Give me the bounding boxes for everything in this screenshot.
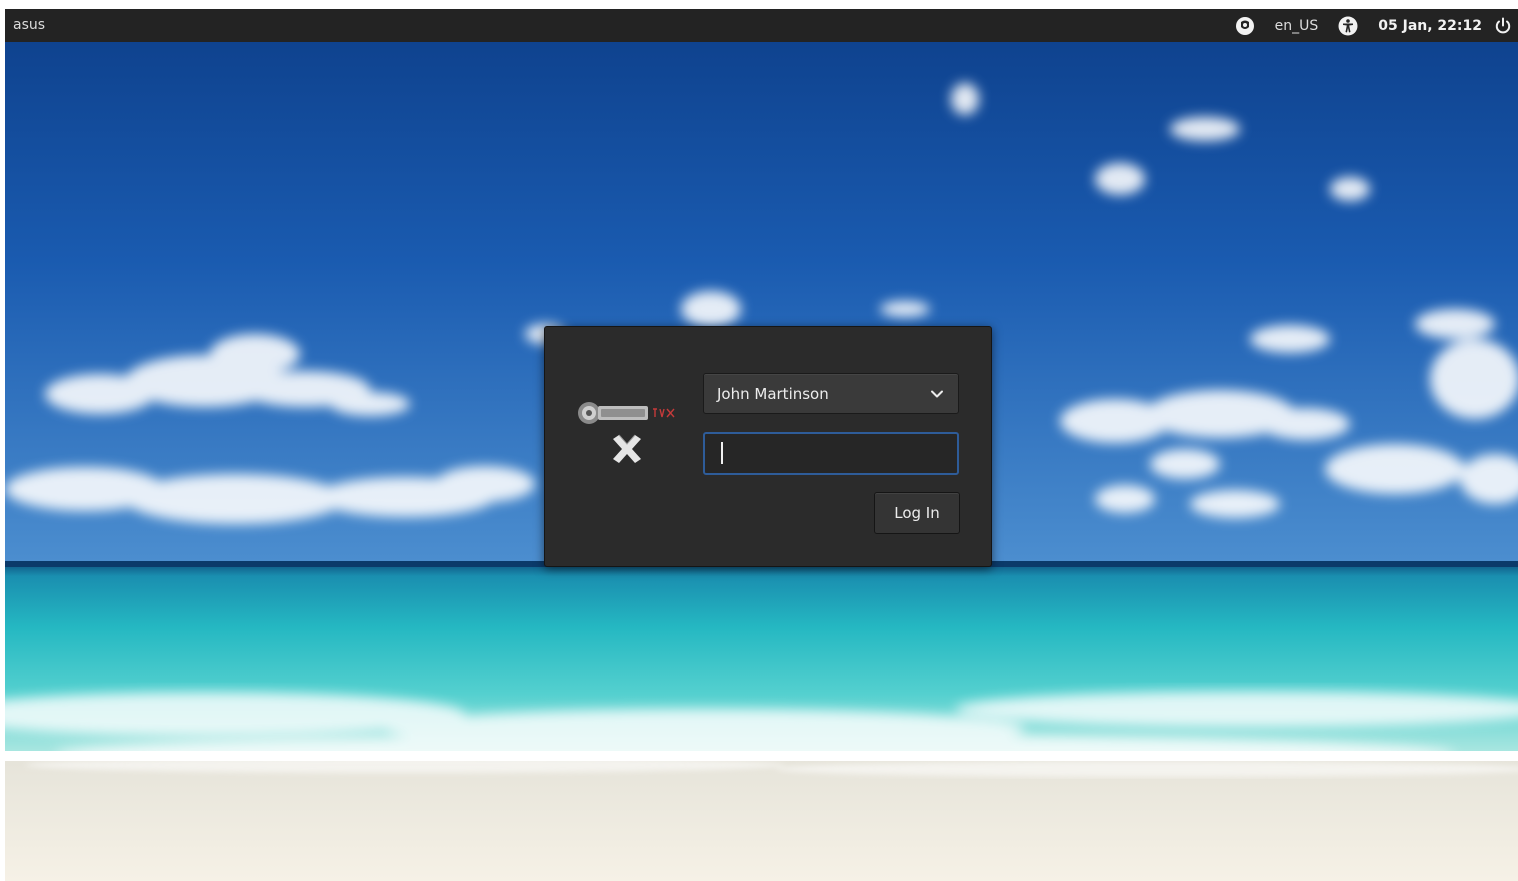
accessibility-indicator[interactable] [1338,16,1358,36]
keyboard-layout-indicator[interactable]: en_US [1275,18,1319,34]
password-input[interactable] [703,432,959,475]
top-panel: asus en_US 05 Jan, 22:12 [5,9,1518,42]
accessibility-icon [1338,16,1358,35]
clock-indicator[interactable]: 05 Jan, 22:12 [1378,18,1482,34]
power-icon [1495,17,1511,33]
onboard-keyboard-indicator[interactable] [1235,16,1255,36]
hostname-label: asus [13,17,46,33]
onboard-keyboard-icon [1235,16,1254,35]
selected-user-label: John Martinson [717,385,829,403]
login-button[interactable]: Log In [874,492,960,534]
power-indicator[interactable] [1494,17,1512,35]
chevron-down-icon [931,390,943,398]
panel-indicators: en_US 05 Jan, 22:12 [1235,9,1518,42]
distro-logo-icon [578,402,677,463]
login-screen: asus en_US 05 Jan, 22:12 John Martinson … [5,9,1518,881]
user-select-dropdown[interactable]: John Martinson [703,373,959,414]
text-caret [721,442,723,464]
login-dialog: John Martinson Log In [544,326,992,567]
distro-logo [575,397,679,467]
